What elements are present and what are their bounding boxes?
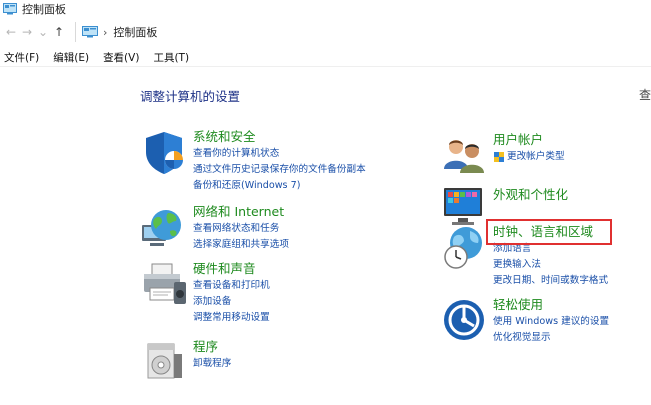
printer-icon[interactable]	[140, 260, 188, 308]
shield-icon[interactable]	[140, 128, 188, 176]
menu-tools[interactable]: 工具(T)	[153, 50, 189, 65]
category-title-programs[interactable]: 程序	[193, 338, 231, 356]
category-title-appearance[interactable]: 外观和个性化	[493, 186, 568, 204]
link-change-account-type-label: 更改帐户类型	[507, 151, 565, 162]
breadcrumb-control-panel[interactable]: 控制面板	[113, 24, 157, 40]
category-title-system-security[interactable]: 系统和安全	[193, 128, 366, 146]
programs-icon[interactable]	[140, 338, 188, 386]
menu-edit[interactable]: 编辑(E)	[53, 50, 89, 65]
control-panel-icon	[82, 26, 98, 38]
uac-shield-icon	[494, 152, 504, 162]
menu-bar: 文件(F) 编辑(E) 查看(V) 工具(T)	[0, 49, 651, 67]
link-file-history-backup[interactable]: 通过文件历史记录保存你的文件备份副本	[193, 162, 366, 178]
category-hardware-sound: 硬件和声音 查看设备和打印机 添加设备 调整常用移动设置	[140, 260, 270, 326]
category-title-network-internet[interactable]: 网络和 Internet	[193, 203, 289, 221]
link-backup-restore[interactable]: 备份和还原(Windows 7)	[193, 178, 366, 194]
category-title-hardware-sound[interactable]: 硬件和声音	[193, 260, 270, 278]
category-title-user-accounts[interactable]: 用户帐户	[493, 131, 565, 149]
forward-button[interactable]: →	[19, 25, 35, 39]
link-view-network-status[interactable]: 查看网络状态和任务	[193, 221, 289, 237]
link-windows-suggested-settings[interactable]: 使用 Windows 建议的设置	[493, 314, 609, 330]
recent-locations-button[interactable]: ⌄	[35, 25, 51, 39]
clock-globe-icon[interactable]	[440, 223, 488, 271]
breadcrumb-separator: ›	[103, 25, 108, 39]
category-title-clock-language-region[interactable]: 时钟、语言和区域	[485, 219, 613, 245]
up-button[interactable]: ↑	[51, 25, 67, 39]
link-change-account-type[interactable]: 更改帐户类型	[493, 149, 565, 165]
control-panel-icon	[3, 2, 17, 14]
link-optimize-visual-display[interactable]: 优化视觉显示	[493, 330, 609, 346]
category-programs: 程序 卸载程序	[140, 338, 231, 386]
back-button[interactable]: ←	[3, 25, 19, 39]
link-homegroup-sharing[interactable]: 选择家庭组和共享选项	[193, 237, 289, 253]
category-clock-language-region: 时钟、语言和区域 添加语言 更换输入法 更改日期、时间或数字格式	[440, 219, 613, 289]
category-user-accounts: 用户帐户 更改帐户类型	[440, 131, 565, 179]
category-title-ease-of-access[interactable]: 轻松使用	[493, 296, 609, 314]
page-title: 调整计算机的设置	[140, 89, 241, 104]
link-devices-printers[interactable]: 查看设备和打印机	[193, 278, 270, 294]
link-change-input-method[interactable]: 更换输入法	[493, 257, 608, 273]
menu-view[interactable]: 查看(V)	[103, 50, 139, 65]
link-mobility-settings[interactable]: 调整常用移动设置	[193, 310, 270, 326]
navigation-bar: ← → ⌄ ↑ › 控制面板	[0, 20, 651, 44]
category-system-security: 系统和安全 查看你的计算机状态 通过文件历史记录保存你的文件备份副本 备份和还原…	[140, 128, 366, 194]
window-title: 控制面板	[22, 2, 66, 16]
category-network-internet: 网络和 Internet 查看网络状态和任务 选择家庭组和共享选项	[140, 203, 289, 253]
link-change-date-time-format[interactable]: 更改日期、时间或数字格式	[493, 273, 608, 289]
ease-of-access-icon[interactable]	[440, 296, 488, 344]
view-by-label[interactable]: 查	[639, 86, 651, 103]
category-ease-of-access: 轻松使用 使用 Windows 建议的设置 优化视觉显示	[440, 296, 609, 346]
title-bar: 控制面板	[0, 0, 651, 17]
link-add-device[interactable]: 添加设备	[193, 294, 270, 310]
globe-network-icon[interactable]	[140, 203, 188, 251]
link-uninstall-program[interactable]: 卸载程序	[193, 356, 231, 372]
menu-file[interactable]: 文件(F)	[4, 50, 39, 65]
users-icon[interactable]	[440, 131, 488, 179]
link-add-language[interactable]: 添加语言	[493, 241, 608, 257]
link-view-computer-status[interactable]: 查看你的计算机状态	[193, 146, 366, 162]
address-bar[interactable]: › 控制面板	[75, 22, 157, 42]
